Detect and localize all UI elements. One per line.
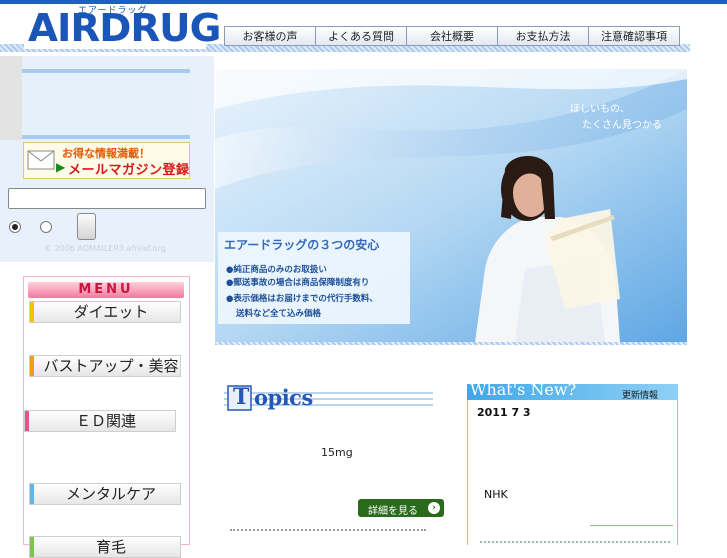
menu-item-marker xyxy=(30,302,34,322)
nav-tab-notes[interactable]: 注意確認事項 xyxy=(588,26,680,46)
nav-tab-faq[interactable]: よくある質問 xyxy=(315,26,406,46)
arrow-right-icon: ▶ xyxy=(56,160,66,174)
assurance-point: 送料など全て込み価格 xyxy=(236,309,322,319)
news-title: What's New? xyxy=(470,380,577,399)
news-dotted-divider xyxy=(480,541,670,543)
envelope-icon xyxy=(27,150,55,170)
sidebar-gray-strip xyxy=(0,56,22,140)
assurance-title: エアードラッグの３つの安心 xyxy=(224,238,380,252)
nav-tab-company[interactable]: 会社概要 xyxy=(406,26,497,46)
nav-tab-customer-voice[interactable]: お客様の声 xyxy=(224,26,315,46)
menu-item-hair[interactable]: 育毛 xyxy=(29,536,181,558)
menu-item-diet[interactable]: ダイエット xyxy=(29,301,181,323)
news-divider xyxy=(590,525,673,526)
top-nav: お客様の声 よくある質問 会社概要 お支払方法 注意確認事項 xyxy=(224,26,680,46)
arrow-right-icon: › xyxy=(428,502,440,514)
topics-divider xyxy=(230,529,426,534)
mail-banner-label: メールマガジン登録 xyxy=(68,163,190,178)
menu-item-marker xyxy=(25,411,29,431)
search-button[interactable] xyxy=(77,213,96,240)
menu-item-mental-care[interactable]: メンタルケア xyxy=(29,483,181,505)
menu-item-ed[interactable]: ＥＤ関連 xyxy=(24,410,176,432)
search-option-radio-1[interactable] xyxy=(9,221,21,233)
menu-item-label: ＥＤ関連 xyxy=(75,412,136,430)
menu-item-label: バストアップ・美容 xyxy=(43,357,179,375)
nav-tab-payment[interactable]: お支払方法 xyxy=(497,26,588,46)
menu-item-label: ダイエット xyxy=(73,303,149,321)
sidebar-banner[interactable] xyxy=(22,69,190,139)
menu-item-beauty[interactable]: バストアップ・美容 xyxy=(29,355,181,377)
assurance-point: ●純正商品のみのお取扱い xyxy=(226,265,327,275)
logo-url: http://www.airdrug.com xyxy=(60,42,177,51)
mail-magazine-banner[interactable]: お得な情報満載！ ▶ メールマガジン登録 xyxy=(23,142,190,179)
menu-item-marker xyxy=(30,356,34,376)
assurance-point: ●表示価格はお届けまでの代行手数料、 xyxy=(226,294,378,304)
menu-item-label: 育毛 xyxy=(95,538,126,556)
hero-bottom-stripe xyxy=(215,342,687,345)
menu-title: MENU xyxy=(78,282,134,297)
news-badge: 更新情報 xyxy=(622,391,659,401)
news-date: 2011 7 3 xyxy=(477,406,531,419)
assurance-point: ●郵送事故の場合は商品保障制度有り xyxy=(226,278,370,288)
news-item[interactable]: NHK xyxy=(484,488,508,501)
topics-text: 15mg xyxy=(321,446,353,459)
menu-item-label: メンタルケア xyxy=(65,485,156,503)
search-option-radio-2[interactable] xyxy=(40,221,52,233)
menu-item-marker xyxy=(30,484,34,504)
detail-button-label: 詳細を見る xyxy=(368,506,418,517)
hero-tagline: ほしいもの、 xyxy=(570,104,630,115)
topics-title-initial: T xyxy=(233,384,250,410)
topics-title: opics xyxy=(254,385,313,410)
hero-tagline: たくさん見つかる xyxy=(582,120,662,131)
search-input[interactable] xyxy=(8,188,206,209)
detail-button[interactable]: 詳細を見る › xyxy=(358,499,444,517)
copyright-text: © 2006 ADMAILER3 afriref.org xyxy=(44,244,166,253)
menu-item-marker xyxy=(30,537,34,557)
